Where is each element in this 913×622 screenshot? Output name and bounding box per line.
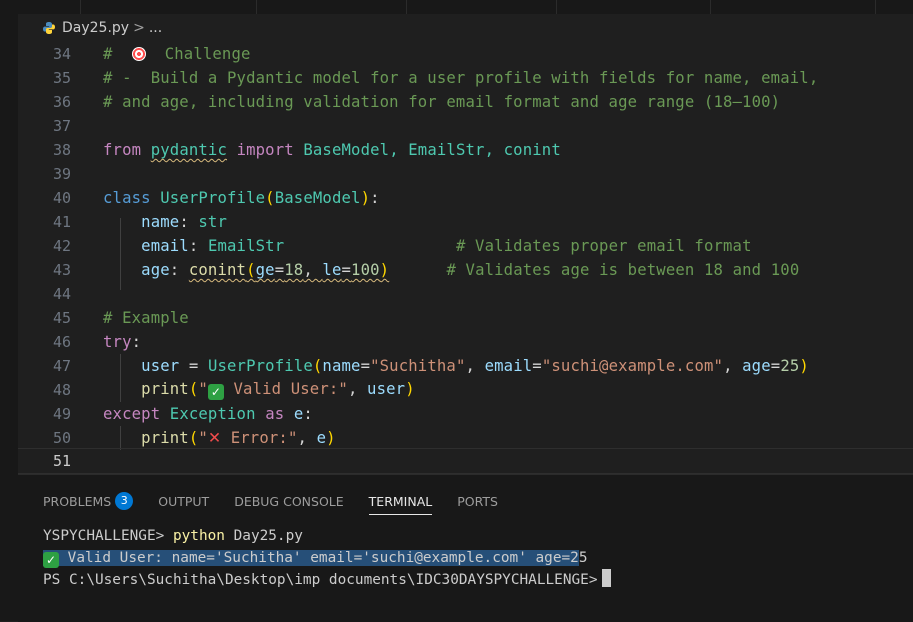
line-number: 45 <box>52 309 71 327</box>
target-emoji-icon <box>131 47 146 61</box>
editor-tab[interactable] <box>256 0 407 14</box>
code-line: 37 <box>18 114 913 138</box>
line-number: 48 <box>52 381 71 399</box>
line-number: 51 <box>52 452 71 470</box>
line-number: 39 <box>52 165 71 183</box>
line-number: 34 <box>52 45 71 63</box>
code-line: 50 print("✕ Error:", e) <box>18 426 913 450</box>
python-file-icon <box>43 22 55 34</box>
editor-tab[interactable] <box>406 0 557 14</box>
line-number: 38 <box>52 141 71 159</box>
editor-tab[interactable] <box>80 0 257 14</box>
line-number: 50 <box>52 429 71 447</box>
editor-tab[interactable] <box>710 0 876 14</box>
editor-tab[interactable] <box>556 0 711 14</box>
code-line: 39 <box>18 162 913 186</box>
line-number: 37 <box>52 117 71 135</box>
terminal-line: YSPYCHALLENGE> python Day25.py <box>43 528 303 544</box>
check-mark-emoji-icon: ✓ <box>207 384 224 400</box>
code-line: 45 # Example <box>18 306 913 330</box>
editor-tab[interactable] <box>18 0 81 14</box>
code-line: 40 class UserProfile(BaseModel): <box>18 186 913 210</box>
line-number: 43 <box>52 261 71 279</box>
tab-problems[interactable]: PROBLEMS 3 <box>43 475 134 527</box>
check-mark-emoji-icon: ✓ <box>43 552 59 568</box>
terminal-line: PS C:\Users\Suchitha\Desktop\imp documen… <box>43 569 611 591</box>
tab-debug-console[interactable]: DEBUG CONSOLE <box>234 475 343 527</box>
breadcrumb-file[interactable]: Day25.py <box>62 20 129 36</box>
code-line: 38 from pydantic import BaseModel, Email… <box>18 138 913 162</box>
terminal-output[interactable]: YSPYCHALLENGE> python Day25.py ✓ Valid U… <box>43 525 611 591</box>
code-line: 48 print(" ✓ Valid User:", user) <box>18 378 913 402</box>
code-line: 47 user = UserProfile(name="Suchitha", e… <box>18 354 913 378</box>
line-number: 41 <box>52 213 71 231</box>
cross-mark-emoji-icon: ✕ <box>207 429 222 447</box>
code-line: 46 try: <box>18 330 913 354</box>
line-number: 42 <box>52 237 71 255</box>
pydantic-module-warning[interactable]: pydantic <box>151 141 227 159</box>
code-line: 41 name: str <box>18 210 913 234</box>
breadcrumb-more[interactable]: ... <box>149 20 162 36</box>
tab-terminal[interactable]: TERMINAL <box>368 475 432 527</box>
breadcrumb: Day25.py > ... <box>18 14 913 42</box>
code-line: 36 # and age, including validation for e… <box>18 90 913 114</box>
editor-tab-bar <box>18 0 913 14</box>
code-line: 43 age: conint(ge=18, le=100) # Validate… <box>18 258 913 282</box>
current-code-line[interactable]: 51 <box>18 448 913 474</box>
code-line: 44 <box>18 282 913 306</box>
conint-call-warning[interactable]: conint(ge=18, le=100) <box>189 261 389 279</box>
terminal-line: ✓ Valid User: name='Suchitha' email='suc… <box>43 547 611 569</box>
line-number: 49 <box>52 405 71 423</box>
tab-output[interactable]: OUTPUT <box>158 475 209 527</box>
chevron-right-icon: > <box>133 20 145 36</box>
code-line: 35 # - Build a Pydantic model for a user… <box>18 66 913 90</box>
line-number: 47 <box>52 357 71 375</box>
terminal-cursor <box>601 569 611 587</box>
line-number: 36 <box>52 93 71 111</box>
panel-tabs: PROBLEMS 3 OUTPUT DEBUG CONSOLE TERMINAL… <box>18 475 498 527</box>
code-line: 49 except Exception as e: <box>18 402 913 426</box>
activity-bar-edge <box>0 0 18 621</box>
line-number: 46 <box>52 333 71 351</box>
problems-count-badge: 3 <box>115 492 134 510</box>
bottom-panel: PROBLEMS 3 OUTPUT DEBUG CONSOLE TERMINAL… <box>18 474 913 622</box>
code-editor[interactable]: 34 # Challenge 35 # - Build a Pydantic m… <box>18 42 913 474</box>
line-number: 44 <box>52 285 71 303</box>
line-number: 35 <box>52 69 71 87</box>
code-line: 42 email: EmailStr # Validates proper em… <box>18 234 913 258</box>
code-line: 34 # Challenge <box>18 42 913 66</box>
line-number: 40 <box>52 189 71 207</box>
tab-ports[interactable]: PORTS <box>457 475 498 527</box>
